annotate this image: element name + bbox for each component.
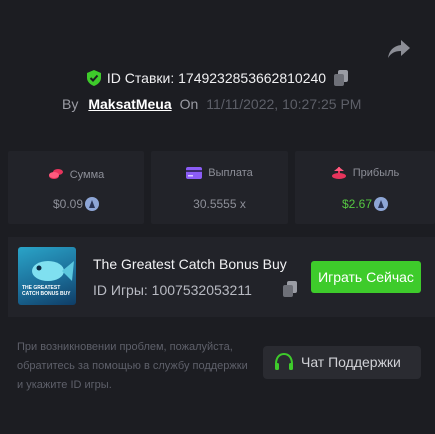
bet-date: 11/11/2022, 10:27:25 PM bbox=[206, 96, 362, 112]
amount-value-row: $0.09 bbox=[8, 197, 144, 211]
amount-value: $0.09 bbox=[52, 197, 84, 211]
bet-id-row: ID Ставки: 1749232853662810240 bbox=[0, 70, 435, 86]
amount-card: Сумма $0.09 bbox=[8, 151, 144, 224]
profit-value-row: $2.67 bbox=[295, 197, 435, 211]
profit-label-row: Прибыль bbox=[295, 167, 435, 179]
profit-label: Прибыль bbox=[352, 167, 400, 179]
copy-icon[interactable] bbox=[283, 281, 297, 297]
game-panel: THE GREATEST CATCH BONUS BUY The Greates… bbox=[8, 237, 435, 317]
shield-check-icon bbox=[86, 70, 101, 86]
payout-label-row: Выплата bbox=[151, 167, 288, 179]
support-chat-button[interactable]: Чат Поддержки bbox=[263, 346, 421, 379]
currency-coin-icon bbox=[374, 197, 389, 211]
game-thumbnail-text: THE GREATEST CATCH BONUS BUY bbox=[22, 285, 71, 297]
support-help-text: При возникновении проблем, пожалуйста, о… bbox=[17, 341, 248, 391]
payout-value: 30.5555 x bbox=[193, 197, 246, 211]
payout-card: Выплата 30.5555 x bbox=[151, 151, 288, 224]
card-icon bbox=[186, 167, 203, 179]
share-icon[interactable] bbox=[387, 38, 411, 60]
game-thumbnail[interactable]: THE GREATEST CATCH BONUS BUY bbox=[18, 247, 76, 305]
game-title: The Greatest Catch Bonus Buy bbox=[93, 256, 287, 272]
support-chat-label: Чат Поддержки bbox=[301, 354, 401, 370]
copy-icon[interactable] bbox=[334, 70, 349, 86]
play-now-button[interactable]: Играть Сейчас bbox=[311, 261, 421, 293]
profit-icon bbox=[331, 167, 346, 179]
username-link[interactable]: MaksatMeua bbox=[88, 96, 171, 112]
payout-label: Выплата bbox=[208, 167, 253, 179]
on-label: On bbox=[179, 96, 199, 112]
amount-label-row: Сумма bbox=[8, 167, 144, 181]
coins-icon bbox=[48, 169, 63, 179]
amount-label: Сумма bbox=[69, 169, 105, 181]
profit-card: Прибыль $2.67 bbox=[295, 151, 435, 224]
author-row: By MaksatMeua On 11/11/2022, 10:27:25 PM bbox=[62, 96, 361, 112]
game-id: ID Игры: 1007532053211 bbox=[93, 282, 252, 298]
bet-id-label: ID Ставки: 1749232853662810240 bbox=[106, 70, 327, 86]
currency-coin-icon bbox=[85, 197, 100, 211]
headset-icon bbox=[275, 353, 293, 370]
by-label: By bbox=[62, 96, 79, 112]
profit-value: $2.67 bbox=[341, 197, 373, 211]
